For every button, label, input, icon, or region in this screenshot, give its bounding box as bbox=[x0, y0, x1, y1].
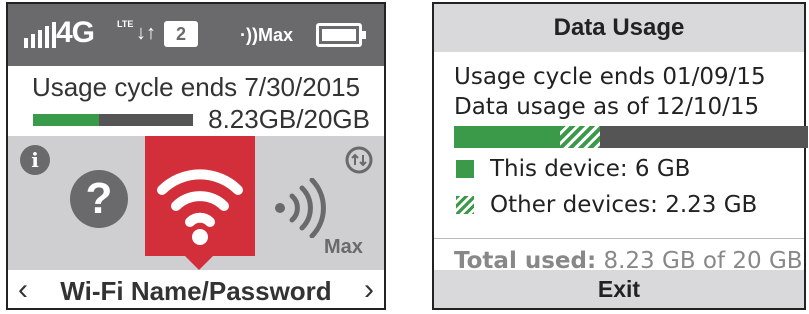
usage-bar bbox=[454, 126, 808, 148]
range-label: Max bbox=[324, 236, 363, 258]
network-sub: LTE bbox=[117, 19, 134, 29]
help-icon[interactable]: ? bbox=[70, 170, 128, 228]
toggle-icon[interactable] bbox=[344, 145, 374, 175]
info-icon[interactable]: i bbox=[20, 145, 50, 175]
wifi-range-icon: ·)) bbox=[240, 25, 258, 45]
legend-this-device: This device: 6 GB bbox=[456, 156, 690, 182]
screen-nav: ‹ Wi-Fi Name/Password › bbox=[8, 270, 384, 310]
data-usage-screen: Data Usage Usage cycle ends 01/09/15 Dat… bbox=[432, 2, 808, 310]
data-usage-header: Data Usage bbox=[434, 4, 804, 52]
this-device-swatch bbox=[456, 160, 474, 178]
wifi-range-indicator: ·))Max bbox=[240, 25, 293, 45]
exit-button[interactable]: Exit bbox=[434, 270, 804, 308]
usage-bar-this-device bbox=[454, 126, 561, 148]
legend-label: Other devices: 2.23 GB bbox=[490, 192, 758, 218]
range-icon[interactable] bbox=[268, 178, 368, 238]
usage-bar bbox=[33, 114, 193, 126]
status-bar: 4G LTE ↓↑ 2 ·))Max bbox=[8, 4, 384, 66]
usage-cycle-text: Usage cycle ends 7/30/2015 bbox=[31, 72, 361, 102]
other-devices-swatch bbox=[456, 196, 474, 214]
usage-bar-other-devices bbox=[560, 126, 600, 148]
transfer-arrows-icon: ↓↑ bbox=[136, 22, 156, 44]
battery-fill bbox=[322, 29, 356, 41]
wifi-icon bbox=[157, 169, 243, 245]
home-tiles-panel: i ? Max bbox=[8, 136, 384, 270]
wifi-tile[interactable] bbox=[145, 136, 255, 270]
divider bbox=[434, 238, 804, 239]
message-badge-icon[interactable]: 2 bbox=[164, 21, 198, 47]
usage-amount: 8.23GB/20GB bbox=[208, 104, 370, 134]
usage-as-of-text: Data usage as of 12/10/15 bbox=[454, 94, 760, 120]
chevron-right-icon[interactable]: › bbox=[364, 272, 374, 308]
network-type: 4G bbox=[56, 16, 95, 49]
legend-other-devices: Other devices: 2.23 GB bbox=[456, 192, 757, 218]
usage-bar-fill bbox=[33, 114, 99, 126]
battery-icon bbox=[316, 23, 366, 47]
legend-label: This device: 6 GB bbox=[490, 156, 691, 182]
device-home-screen: 4G LTE ↓↑ 2 ·))Max Usage cycle ends 7/30… bbox=[6, 2, 386, 310]
usage-cycle-text: Usage cycle ends 01/09/15 bbox=[454, 64, 766, 90]
screen-title: Wi-Fi Name/Password bbox=[60, 276, 332, 306]
signal-icon bbox=[24, 22, 56, 48]
